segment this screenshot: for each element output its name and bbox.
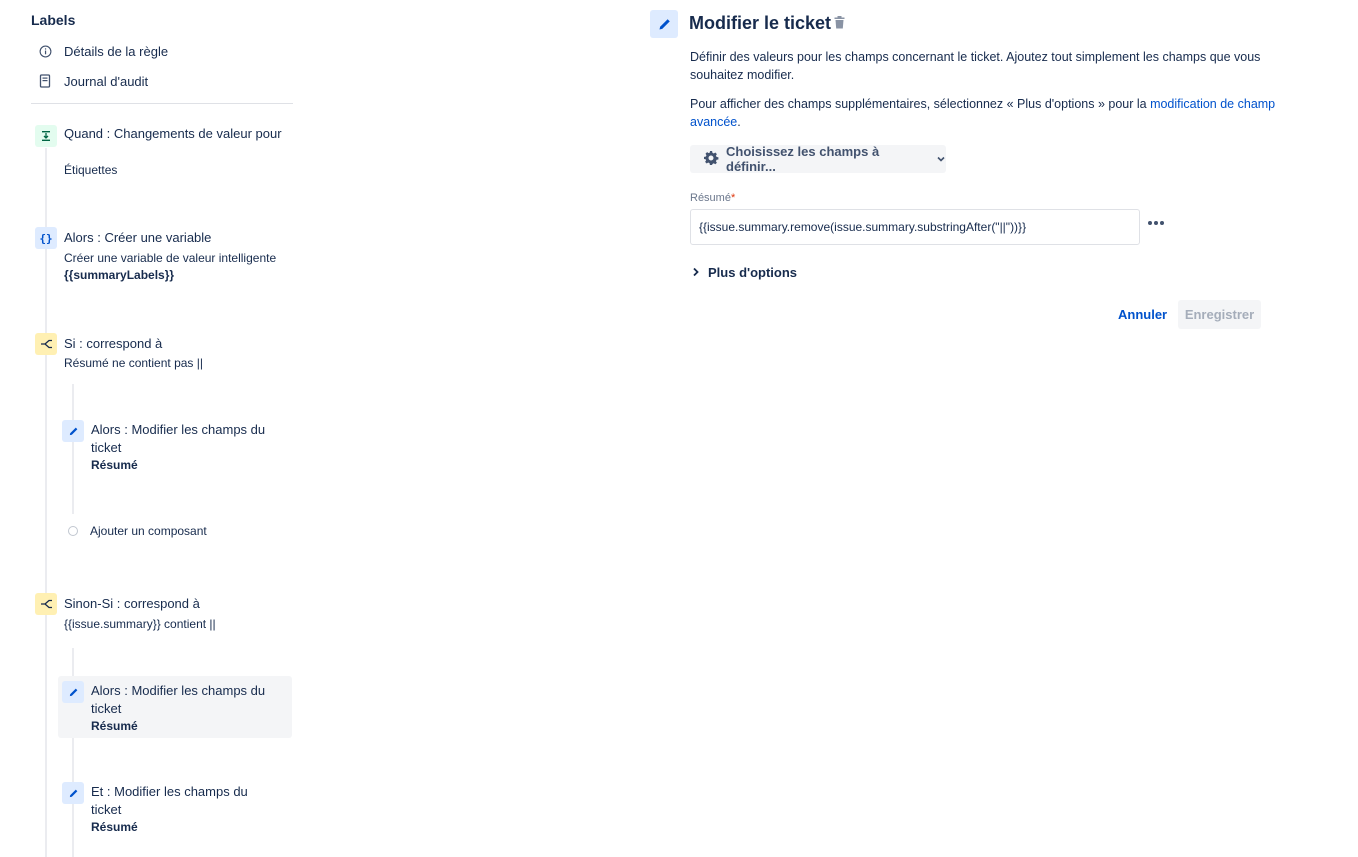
- step-if-condition[interactable]: Si : correspond à Résumé ne contient pas…: [35, 333, 293, 373]
- gear-icon: [703, 150, 719, 169]
- info-icon: [38, 44, 52, 58]
- sidebar-link-label: Journal d'audit: [64, 73, 149, 89]
- desc-suffix: .: [737, 115, 741, 129]
- variable-icon: {}: [35, 227, 57, 249]
- step-title: Et : Modifier les champs du ticket: [91, 784, 248, 817]
- step-edit-issue-fields-2[interactable]: Alors : Modifier les champs du ticket Ré…: [58, 676, 292, 738]
- more-actions-icon[interactable]: [1146, 214, 1166, 232]
- step-title: Alors : Modifier les champs du ticket: [91, 422, 266, 455]
- panel-title: Modifier le ticket: [689, 13, 832, 33]
- step-field-name: Résumé: [91, 458, 138, 472]
- summary-field-input[interactable]: {{issue.summary.remove(issue.summary.sub…: [690, 209, 1140, 245]
- chevron-down-icon: [936, 152, 946, 167]
- step-title: Sinon-Si : correspond à: [64, 596, 200, 611]
- cancel-button[interactable]: Annuler: [1110, 300, 1175, 328]
- more-options-toggle[interactable]: Plus d'options: [692, 265, 797, 280]
- panel-description-advanced: Pour afficher des champs supplémentaires…: [690, 95, 1280, 131]
- step-trigger-value-change[interactable]: Quand : Changements de valeur pour Étiqu…: [35, 125, 293, 181]
- step-subtitle: Créer une variable de valeur intelligent…: [64, 251, 277, 265]
- step-subtitle: Résumé ne contient pas ||: [64, 356, 203, 370]
- sidebar-link-audit-log[interactable]: Journal d'audit: [38, 71, 148, 91]
- pencil-icon: [62, 782, 84, 804]
- sidebar-title: Labels: [31, 12, 76, 28]
- step-else-if-condition[interactable]: Sinon-Si : correspond à {{issue.summary}…: [35, 593, 293, 633]
- automation-rule-editor: Labels Détails de la règle Journal d'aud…: [0, 0, 1358, 857]
- step-subtitle: {{issue.summary}} contient ||: [64, 617, 216, 631]
- choose-fields-dropdown[interactable]: Choisissez les champs à définir...: [690, 144, 946, 174]
- required-marker: *: [730, 192, 736, 204]
- save-button[interactable]: Enregistrer: [1178, 300, 1261, 329]
- rule-sidebar: Labels Détails de la règle Journal d'aud…: [0, 0, 300, 857]
- sidebar-divider: [31, 103, 293, 104]
- audit-log-icon: [38, 74, 52, 88]
- summary-field-value: {{issue.summary.remove(issue.summary.sub…: [699, 220, 1027, 234]
- choose-fields-label: Choisissez les champs à définir...: [726, 144, 880, 174]
- chevron-right-icon: [692, 265, 700, 280]
- desc-prefix: Pour afficher des champs supplémentaires…: [690, 97, 1151, 111]
- step-field-name: Résumé: [91, 719, 138, 733]
- pencil-icon: [62, 420, 84, 442]
- step-subtitle: Étiquettes: [64, 163, 118, 177]
- step-edit-issue-fields-3[interactable]: Et : Modifier les champs du ticket Résum…: [62, 782, 293, 838]
- sidebar-link-rule-details[interactable]: Détails de la règle: [38, 41, 168, 61]
- edit-issue-panel: Modifier le ticket Définir des valeurs p…: [648, 0, 1288, 857]
- step-field-name: Résumé: [91, 820, 138, 834]
- panel-description: Définir des valeurs pour les champs conc…: [690, 50, 1261, 82]
- step-title: Quand : Changements de valeur pour: [64, 126, 282, 141]
- add-component-dot-icon: [68, 526, 78, 536]
- step-title: Alors : Créer une variable: [64, 230, 212, 245]
- sidebar-link-label: Détails de la règle: [64, 43, 169, 59]
- summary-field-label: Résumé*: [690, 192, 735, 204]
- more-options-label: Plus d'options: [708, 265, 798, 280]
- pencil-icon: [650, 10, 678, 38]
- condition-icon: [35, 593, 57, 615]
- summary-label-text: Résumé: [690, 192, 731, 204]
- step-edit-issue-fields-1[interactable]: Alors : Modifier les champs du ticket Ré…: [62, 420, 293, 476]
- pencil-icon: [62, 681, 84, 703]
- trash-icon[interactable]: [834, 16, 845, 32]
- trigger-icon: [35, 125, 57, 147]
- add-component-label: Ajouter un composant: [90, 524, 207, 538]
- condition-icon: [35, 333, 57, 355]
- step-variable-name: {{summaryLabels}}: [64, 268, 175, 282]
- step-title: Alors : Modifier les champs du ticket: [91, 683, 266, 716]
- step-title: Si : correspond à: [64, 336, 163, 351]
- step-create-variable[interactable]: {} Alors : Créer une variable Créer une …: [35, 227, 293, 287]
- add-component-button[interactable]: Ajouter un composant: [68, 524, 207, 538]
